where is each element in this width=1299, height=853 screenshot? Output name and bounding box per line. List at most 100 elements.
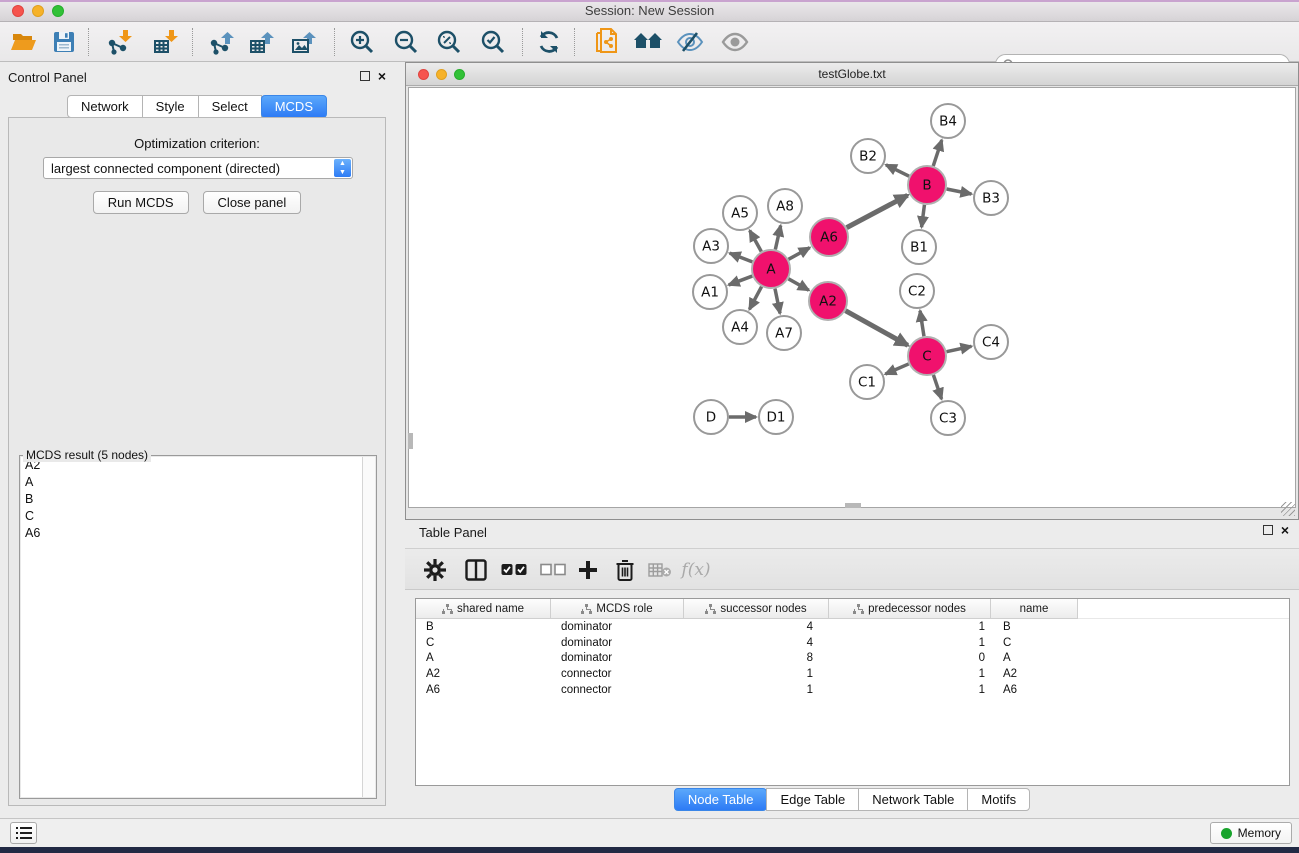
- table-row[interactable]: Adominator80A: [416, 651, 1289, 667]
- graph-node-B1[interactable]: B1: [902, 230, 936, 264]
- graph-node-A[interactable]: A: [752, 250, 790, 288]
- column-view-icon[interactable]: [461, 556, 491, 584]
- zoom-in-icon[interactable]: [346, 27, 378, 57]
- mcds-result-item[interactable]: A6: [21, 525, 375, 542]
- graph-node-A8[interactable]: A8: [768, 189, 802, 223]
- close-table-panel-icon[interactable]: ×: [1281, 525, 1289, 535]
- close-panel-icon[interactable]: ×: [378, 71, 386, 81]
- mcds-result-item[interactable]: C: [21, 508, 375, 525]
- tab-style[interactable]: Style: [142, 95, 199, 118]
- home-icon[interactable]: [632, 27, 664, 57]
- settings-gear-icon[interactable]: [420, 556, 450, 584]
- tab-network-table[interactable]: Network Table: [858, 788, 968, 811]
- export-image-icon[interactable]: [288, 27, 320, 57]
- network-graph[interactable]: B4B2BB3A8A5A6A3B1AA1C2A2A4A7C4CC1C3DD1: [409, 88, 1297, 509]
- import-network-icon[interactable]: [104, 27, 136, 57]
- graph-edge-C-C4[interactable]: [947, 346, 972, 351]
- zoom-selected-icon[interactable]: [477, 27, 509, 57]
- close-panel-button[interactable]: Close panel: [203, 191, 302, 214]
- resize-grip-icon[interactable]: [1281, 502, 1295, 516]
- mcds-result-list[interactable]: A2ABCA6: [21, 457, 375, 797]
- graph-edge-A-A6[interactable]: [789, 248, 810, 260]
- graph-node-A6[interactable]: A6: [810, 218, 848, 256]
- table-row[interactable]: Bdominator41B: [416, 619, 1289, 635]
- delete-column-trash-icon[interactable]: [610, 556, 640, 584]
- tab-edge-table[interactable]: Edge Table: [766, 788, 859, 811]
- zoom-fit-icon[interactable]: [433, 27, 465, 57]
- table-row[interactable]: Cdominator41C: [416, 635, 1289, 651]
- graph-node-C3[interactable]: C3: [931, 401, 965, 435]
- mcds-list-scrollbar[interactable]: [362, 457, 375, 797]
- graph-edge-C-C1[interactable]: [885, 364, 908, 374]
- graph-edge-B-B4[interactable]: [933, 140, 942, 166]
- export-table-icon[interactable]: [246, 27, 278, 57]
- table-row[interactable]: A6connector11A6: [416, 682, 1289, 698]
- criterion-select[interactable]: largest connected component (directed) ▲…: [43, 157, 353, 179]
- memory-button[interactable]: Memory: [1210, 822, 1292, 844]
- table-row[interactable]: A2connector11A2: [416, 666, 1289, 682]
- graph-edge-A-A3[interactable]: [730, 253, 753, 262]
- graph-edge-A-A1[interactable]: [729, 276, 753, 285]
- column-header-MCDS-role[interactable]: MCDS role: [551, 599, 684, 619]
- export-network-icon[interactable]: [206, 27, 238, 57]
- graph-node-B4[interactable]: B4: [931, 104, 965, 138]
- tab-motifs[interactable]: Motifs: [967, 788, 1030, 811]
- column-header-successor-nodes[interactable]: successor nodes: [684, 599, 829, 619]
- horizontal-scroll-mark[interactable]: [845, 503, 861, 508]
- graph-node-A3[interactable]: A3: [694, 229, 728, 263]
- graph-node-A4[interactable]: A4: [723, 310, 757, 344]
- graph-node-B2[interactable]: B2: [851, 139, 885, 173]
- deselect-all-checkboxes-icon[interactable]: [538, 556, 568, 584]
- graph-node-C[interactable]: C: [908, 337, 946, 375]
- graph-edge-A-A4[interactable]: [749, 287, 761, 310]
- tab-node-table[interactable]: Node Table: [674, 788, 768, 811]
- refresh-layout-icon[interactable]: [533, 27, 565, 57]
- new-network-from-selection-icon[interactable]: [590, 27, 622, 57]
- graph-node-A5[interactable]: A5: [723, 196, 757, 230]
- column-header-shared-name[interactable]: shared name: [416, 599, 551, 619]
- run-mcds-button[interactable]: Run MCDS: [93, 191, 189, 214]
- graph-edge-B-B3[interactable]: [947, 189, 972, 194]
- graph-node-C1[interactable]: C1: [850, 365, 884, 399]
- graph-edge-A-A2[interactable]: [788, 279, 808, 290]
- add-column-icon[interactable]: [573, 556, 603, 584]
- float-table-panel-icon[interactable]: [1263, 525, 1273, 535]
- hide-selected-eye-icon[interactable]: [674, 27, 706, 57]
- network-canvas[interactable]: B4B2BB3A8A5A6A3B1AA1C2A2A4A7C4CC1C3DD1: [408, 87, 1296, 508]
- column-header-predecessor-nodes[interactable]: predecessor nodes: [829, 599, 991, 619]
- graph-edge-B-B1[interactable]: [922, 205, 925, 227]
- graph-node-C4[interactable]: C4: [974, 325, 1008, 359]
- show-all-eye-icon[interactable]: [719, 27, 751, 57]
- column-header-name[interactable]: name: [991, 599, 1078, 619]
- function-builder-icon[interactable]: f(x): [681, 556, 711, 584]
- graph-node-B[interactable]: B: [908, 166, 946, 204]
- mcds-result-item[interactable]: B: [21, 491, 375, 508]
- import-table-icon[interactable]: [150, 27, 182, 57]
- graph-node-D1[interactable]: D1: [759, 400, 793, 434]
- open-session-icon[interactable]: [8, 27, 40, 57]
- graph-edge-A-A5[interactable]: [750, 230, 762, 251]
- graph-node-A1[interactable]: A1: [693, 275, 727, 309]
- mcds-result-item[interactable]: A: [21, 474, 375, 491]
- graph-edge-A-A8[interactable]: [775, 226, 780, 250]
- graph-node-C2[interactable]: C2: [900, 274, 934, 308]
- graph-edge-C-C3[interactable]: [933, 375, 941, 399]
- delete-table-icon[interactable]: [645, 556, 675, 584]
- float-panel-icon[interactable]: [360, 71, 370, 81]
- zoom-out-icon[interactable]: [390, 27, 422, 57]
- graph-edge-A2-C[interactable]: [845, 311, 907, 346]
- graph-edge-A6-B[interactable]: [847, 195, 908, 227]
- tab-select[interactable]: Select: [198, 95, 262, 118]
- task-history-button[interactable]: [10, 822, 37, 844]
- graph-edge-C-C2[interactable]: [920, 311, 924, 336]
- vertical-scroll-mark[interactable]: [408, 433, 413, 449]
- graph-node-A2[interactable]: A2: [809, 282, 847, 320]
- graph-edge-A-A7[interactable]: [775, 289, 780, 314]
- graph-node-B3[interactable]: B3: [974, 181, 1008, 215]
- graph-edge-B-B2[interactable]: [886, 165, 909, 176]
- tab-mcds[interactable]: MCDS: [261, 95, 327, 118]
- tab-network[interactable]: Network: [67, 95, 143, 118]
- select-all-checkboxes-icon[interactable]: [499, 556, 529, 584]
- graph-node-A7[interactable]: A7: [767, 316, 801, 350]
- save-session-icon[interactable]: [48, 27, 80, 57]
